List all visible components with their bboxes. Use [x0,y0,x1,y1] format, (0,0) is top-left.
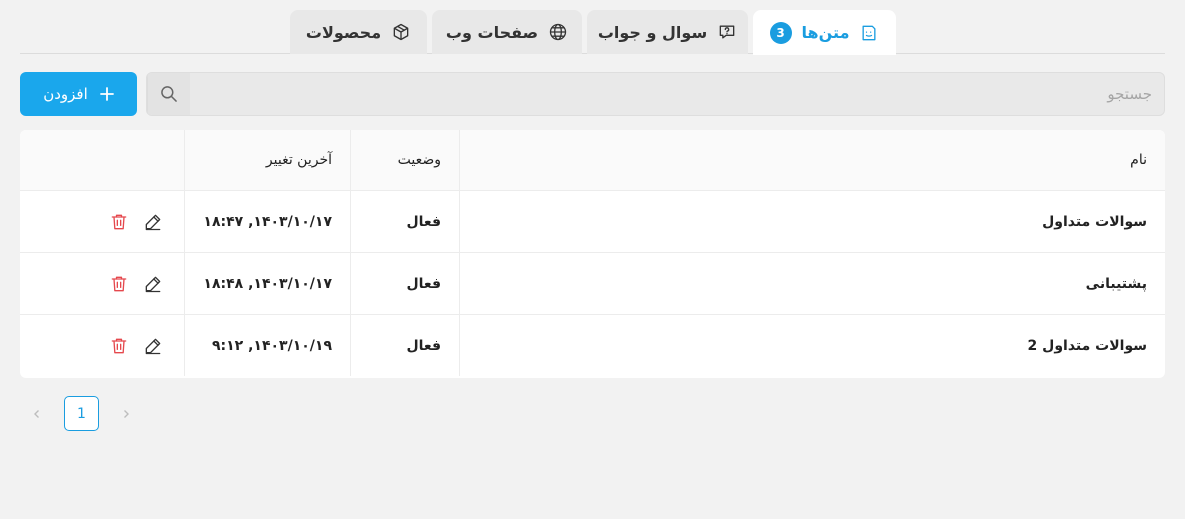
box-icon [393,23,409,41]
row-actions [20,315,185,376]
search-bar [146,72,1165,116]
tab-texts-label: متن‌ها [801,23,850,42]
table-row: پشتیبانی فعال ۱۴۰۳/۱۰/۱۷, ۱۸:۴۸ [20,252,1165,314]
next-page-button[interactable] [111,396,141,431]
add-button-label: افزودن [43,85,88,103]
pencil-icon [145,276,161,292]
tab-qa-label: سوال و جواب [597,22,708,42]
search-icon [161,86,177,102]
header-actions [20,130,185,190]
table-row: سوالات متداول فعال ۱۴۰۳/۱۰/۱۷, ۱۸:۴۷ [20,190,1165,252]
trash-icon [111,276,127,291]
tab-qa[interactable]: سوال و جواب [587,10,748,54]
tab-products[interactable]: محصولات [290,10,427,54]
delete-button[interactable] [108,335,130,357]
search-button[interactable] [147,73,190,115]
add-button[interactable]: افزودن [20,72,137,116]
edit-button[interactable] [142,211,164,233]
chevron-left-icon [34,409,39,418]
globe-icon [549,23,567,41]
edit-button[interactable] [142,273,164,295]
tab-webpages[interactable]: صفحات وب [432,10,582,54]
plus-icon [99,87,114,101]
row-date: ۱۴۰۳/۱۰/۱۹, ۹:۱۲ [211,337,332,354]
table-header: نام وضعیت آخرین تغییر [20,130,1165,190]
tab-webpages-label: صفحات وب [445,22,539,42]
page-number-button[interactable]: 1 [64,396,99,431]
table-row: سوالات متداول 2 فعال ۱۴۰۳/۱۰/۱۹, ۹:۱۲ [20,314,1165,376]
search-input[interactable] [190,73,1164,115]
header-status: وضعیت [350,130,460,190]
row-name: سوالات متداول [1042,213,1147,230]
tab-products-label: محصولات [305,22,382,42]
row-name: سوالات متداول 2 [1027,337,1147,354]
row-status: فعال [350,191,460,252]
row-date: ۱۴۰۳/۱۰/۱۷, ۱۸:۴۷ [203,213,332,230]
header-name: نام [1130,152,1147,168]
tabs-bar: 3 متن‌ها سوال و جواب صفحات وب محصولات [20,0,1165,55]
delete-button[interactable] [108,273,130,295]
tab-texts-badge: 3 [769,21,792,44]
edit-button[interactable] [142,335,164,357]
row-status: فعال [350,253,460,314]
row-actions [20,191,185,252]
row-name: پشتیبانی [1085,275,1147,292]
note-icon [862,25,876,40]
delete-button[interactable] [108,211,130,233]
row-actions [20,253,185,314]
tab-texts[interactable]: 3 متن‌ها [753,10,896,55]
row-status: فعال [350,315,460,376]
pencil-icon [145,214,161,230]
texts-table: نام وضعیت آخرین تغییر سوالات متداول فعال… [20,130,1165,378]
pencil-icon [145,338,161,354]
chevron-right-icon [124,409,129,418]
question-chat-icon [719,25,735,39]
prev-page-button[interactable] [22,396,52,431]
trash-icon [111,338,127,353]
row-date: ۱۴۰۳/۱۰/۱۷, ۱۸:۴۸ [203,275,332,292]
trash-icon [111,214,127,229]
header-last-modified: آخرین تغییر [265,152,332,168]
